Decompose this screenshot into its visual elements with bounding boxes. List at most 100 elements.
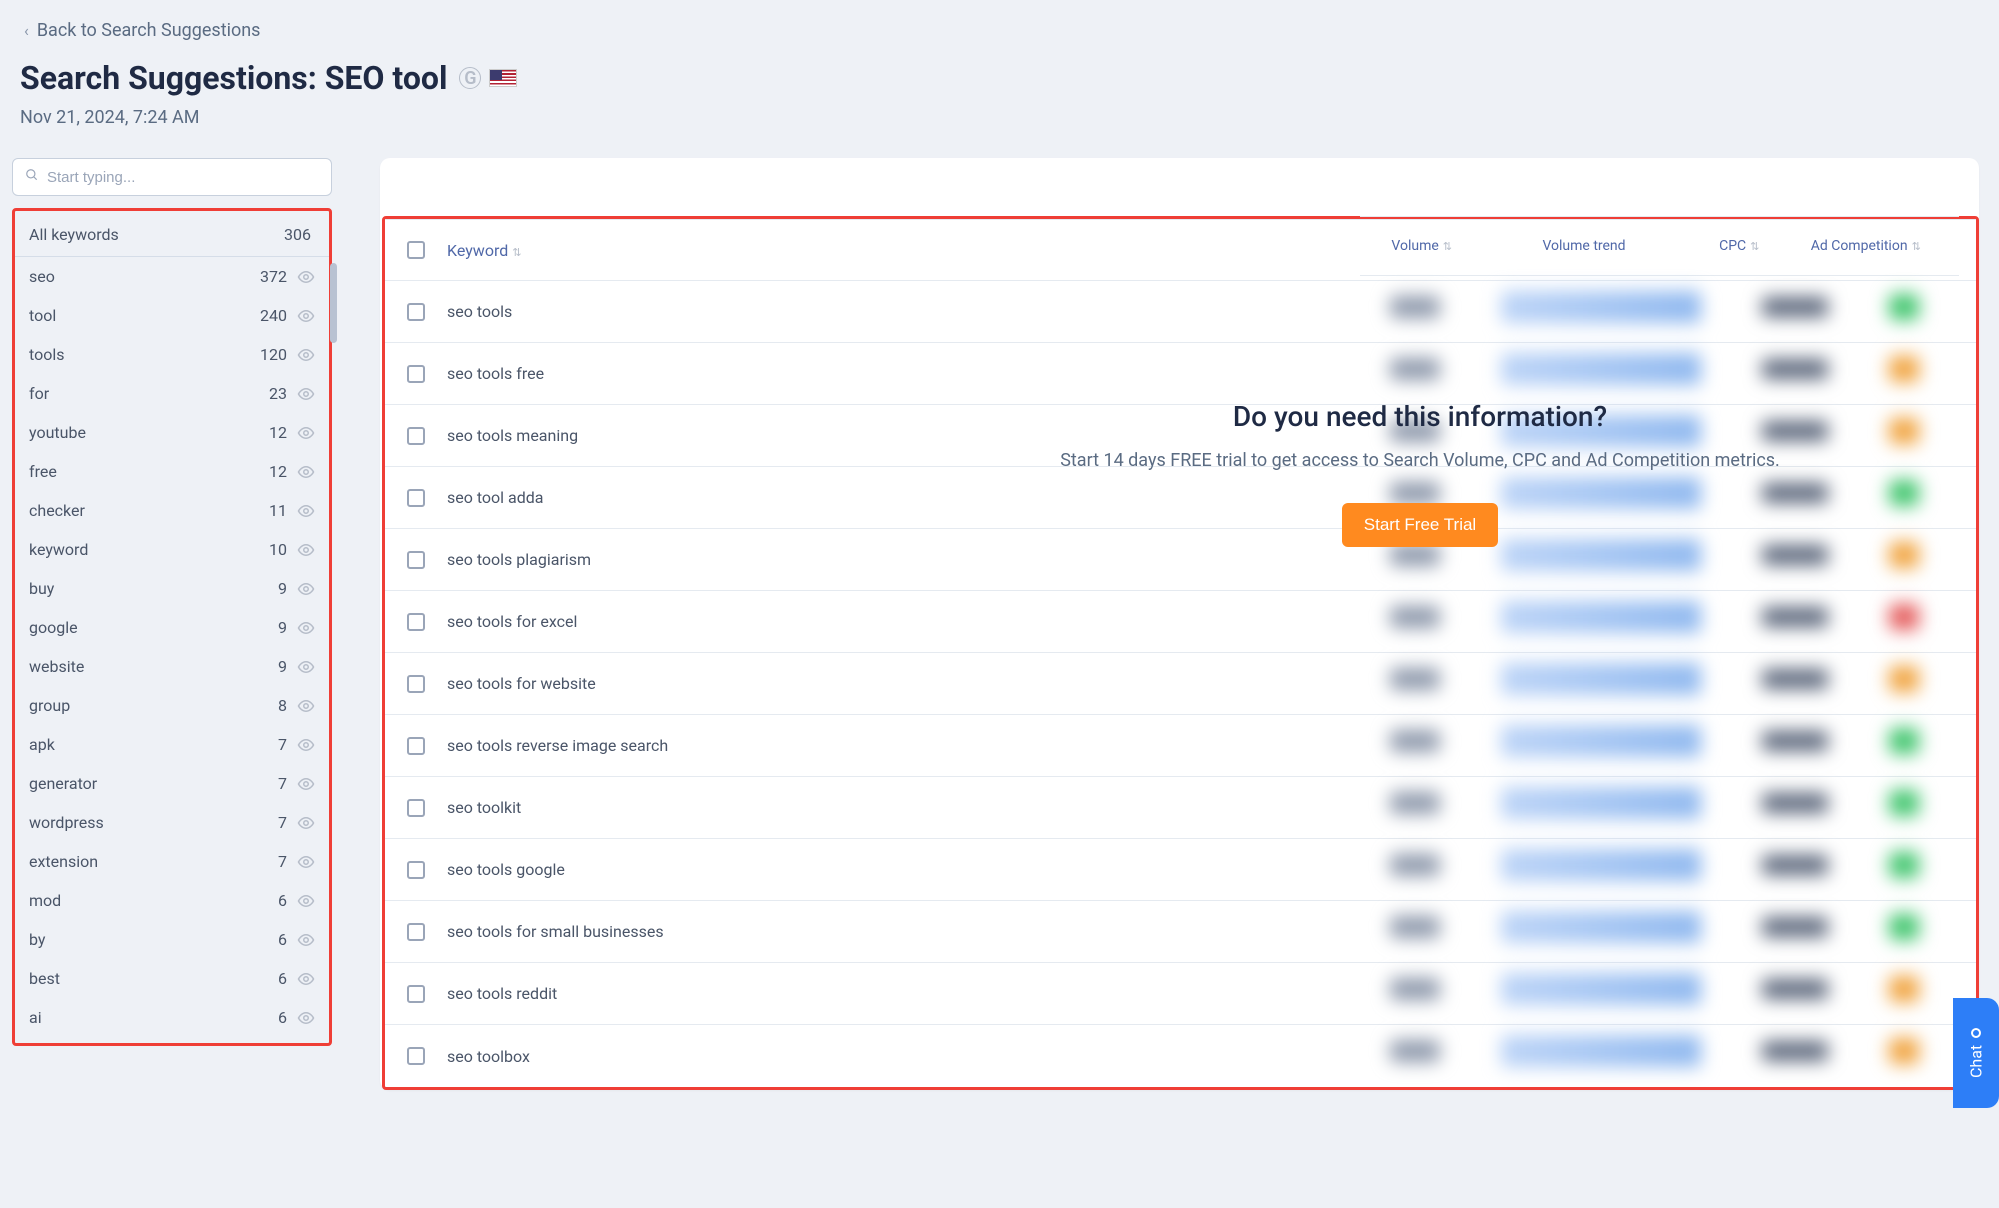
table-row[interactable]: seo tools for website xyxy=(385,653,1976,715)
keyword-filter-item[interactable]: for23 xyxy=(15,374,329,413)
table-row[interactable]: seo tools for small businesses xyxy=(385,901,1976,963)
sort-icon: ⇅ xyxy=(1750,240,1759,253)
keyword-filter-item[interactable]: group8 xyxy=(15,686,329,725)
eye-icon[interactable] xyxy=(297,697,315,715)
back-link[interactable]: ‹ Back to Search Suggestions xyxy=(24,20,1979,41)
eye-icon[interactable] xyxy=(297,970,315,988)
row-checkbox[interactable] xyxy=(407,365,425,383)
keyword-filter-item[interactable]: free12 xyxy=(15,452,329,491)
eye-icon[interactable] xyxy=(297,931,315,949)
eye-icon[interactable] xyxy=(297,346,315,364)
search-input[interactable] xyxy=(47,169,319,186)
keyword-filter-item[interactable]: wordpress7 xyxy=(15,803,329,842)
search-input-wrap[interactable] xyxy=(12,158,332,196)
eye-icon[interactable] xyxy=(297,853,315,871)
row-checkbox[interactable] xyxy=(407,551,425,569)
keyword-filter-item[interactable]: tools120 xyxy=(15,335,329,374)
keyword-filter-item[interactable]: seo372 xyxy=(15,257,329,296)
eye-icon[interactable] xyxy=(297,658,315,676)
eye-icon[interactable] xyxy=(297,463,315,481)
timestamp: Nov 21, 2024, 7:24 AM xyxy=(20,107,1979,128)
keyword-filter-word: youtube xyxy=(29,423,243,442)
chat-tab[interactable]: Chat xyxy=(1953,998,1999,1108)
row-checkbox[interactable] xyxy=(407,799,425,817)
keyword-filter-item[interactable]: mod6 xyxy=(15,881,329,920)
keyword-cell: seo tools for small businesses xyxy=(447,922,1976,941)
keyword-cell: seo tools free xyxy=(447,364,1976,383)
start-trial-button[interactable]: Start Free Trial xyxy=(1342,503,1498,547)
row-checkbox[interactable] xyxy=(407,1047,425,1065)
scrollbar-thumb[interactable] xyxy=(330,263,337,343)
eye-icon[interactable] xyxy=(297,1009,315,1027)
eye-icon[interactable] xyxy=(297,385,315,403)
eye-icon[interactable] xyxy=(297,307,315,325)
keyword-filter-count: 12 xyxy=(243,423,287,442)
eye-icon[interactable] xyxy=(297,541,315,559)
row-checkbox[interactable] xyxy=(407,675,425,693)
table-row[interactable]: seo tools google xyxy=(385,839,1976,901)
keyword-filter-panel: All keywords 306 seo372tool240tools120fo… xyxy=(12,208,332,1046)
keyword-filter-count: 7 xyxy=(243,774,287,793)
row-checkbox[interactable] xyxy=(407,489,425,507)
keyword-filter-count: 6 xyxy=(243,969,287,988)
keyword-cell: seo tools plagiarism xyxy=(447,550,1976,569)
row-checkbox[interactable] xyxy=(407,427,425,445)
keyword-filter-item[interactable]: ai6 xyxy=(15,998,329,1037)
row-checkbox[interactable] xyxy=(407,985,425,1003)
keyword-filter-item[interactable]: keyword10 xyxy=(15,530,329,569)
keyword-filter-item[interactable]: buy9 xyxy=(15,569,329,608)
col-keyword-header[interactable]: Keyword⇅ xyxy=(447,241,521,260)
keyword-filter-item[interactable]: website9 xyxy=(15,647,329,686)
keyword-filter-count: 7 xyxy=(243,735,287,754)
keyword-filter-item[interactable]: checker11 xyxy=(15,491,329,530)
keyword-filter-header[interactable]: All keywords 306 xyxy=(15,211,329,257)
eye-icon[interactable] xyxy=(297,580,315,598)
table-row[interactable]: seo tools for excel xyxy=(385,591,1976,653)
eye-icon[interactable] xyxy=(297,619,315,637)
back-link-label: Back to Search Suggestions xyxy=(37,20,261,41)
sort-icon: ⇅ xyxy=(1912,240,1921,253)
eye-icon[interactable] xyxy=(297,775,315,793)
row-checkbox[interactable] xyxy=(407,303,425,321)
row-checkbox[interactable] xyxy=(407,923,425,941)
col-comp-header[interactable]: Ad Competition⇅ xyxy=(1811,238,1921,254)
keyword-filter-item[interactable]: tool240 xyxy=(15,296,329,335)
table-row[interactable]: seo tools xyxy=(385,281,1976,343)
eye-icon[interactable] xyxy=(297,814,315,832)
keyword-cell: seo toolkit xyxy=(447,798,1976,817)
keyword-filter-word: best xyxy=(29,969,243,988)
keyword-filter-item[interactable]: youtube12 xyxy=(15,413,329,452)
col-cpc-header[interactable]: CPC⇅ xyxy=(1719,238,1759,254)
row-checkbox[interactable] xyxy=(407,613,425,631)
table-row[interactable]: seo toolkit xyxy=(385,777,1976,839)
eye-icon[interactable] xyxy=(297,424,315,442)
row-checkbox[interactable] xyxy=(407,861,425,879)
keyword-filter-item[interactable]: by6 xyxy=(15,920,329,959)
sort-icon: ⇅ xyxy=(1443,240,1452,253)
keyword-filter-item[interactable]: apk7 xyxy=(15,725,329,764)
table-row[interactable]: seo toolbox xyxy=(385,1025,1976,1087)
eye-icon[interactable] xyxy=(297,892,315,910)
table-row[interactable]: seo tools reddit xyxy=(385,963,1976,1025)
eye-icon[interactable] xyxy=(297,736,315,754)
keyword-filter-count: 9 xyxy=(243,579,287,598)
select-all-checkbox[interactable] xyxy=(407,241,425,259)
page-title: Search Suggestions: SEO tool xyxy=(20,59,447,97)
eye-icon[interactable] xyxy=(297,502,315,520)
table-row[interactable]: seo tools reverse image search xyxy=(385,715,1976,777)
chevron-left-icon: ‹ xyxy=(24,21,29,40)
col-trend-header[interactable]: Volume trend xyxy=(1542,238,1625,254)
keyword-filter-count: 8 xyxy=(243,696,287,715)
row-checkbox[interactable] xyxy=(407,737,425,755)
keyword-filter-item[interactable]: google9 xyxy=(15,608,329,647)
keyword-filter-item[interactable]: generator7 xyxy=(15,764,329,803)
col-volume-header[interactable]: Volume⇅ xyxy=(1391,238,1452,254)
keyword-cell: seo tools xyxy=(447,302,1976,321)
keyword-filter-item[interactable]: extension7 xyxy=(15,842,329,881)
eye-icon[interactable] xyxy=(297,268,315,286)
keyword-filter-word: apk xyxy=(29,735,243,754)
keyword-filter-count: 6 xyxy=(243,1008,287,1027)
table-row[interactable]: seo tools free xyxy=(385,343,1976,405)
keyword-filter-item[interactable]: best6 xyxy=(15,959,329,998)
results-panel: Keyword⇅ seo tools seo tools free seo tool… xyxy=(380,158,1979,1090)
